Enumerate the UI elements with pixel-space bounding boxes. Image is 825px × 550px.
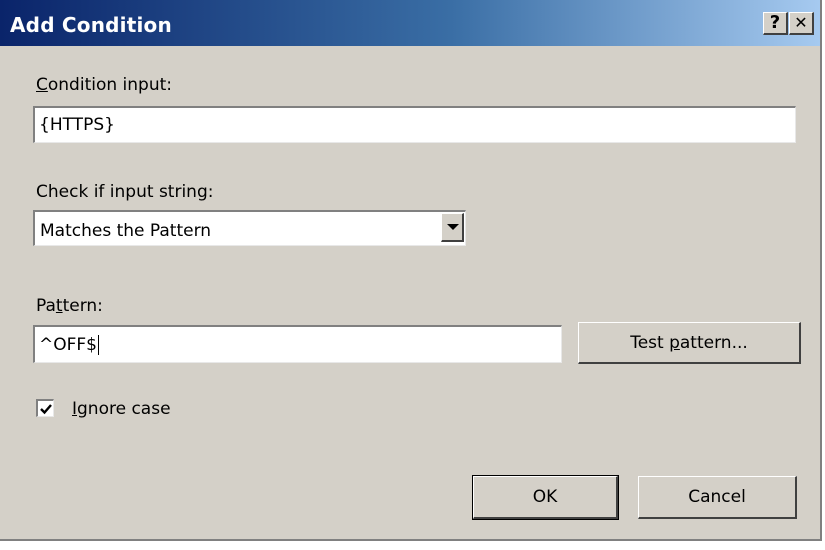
- text-caret: [98, 334, 99, 355]
- pattern-value: ^OFF$: [39, 334, 97, 355]
- check-input-selected-value: Matches the Pattern: [40, 221, 212, 241]
- chevron-down-icon[interactable]: [441, 213, 464, 242]
- check-input-label: Check if input string:: [36, 182, 214, 202]
- cancel-button[interactable]: Cancel: [638, 476, 797, 519]
- check-input-select[interactable]: Matches the Pattern: [33, 210, 466, 246]
- condition-input-label: Condition input:: [36, 75, 172, 95]
- pattern-field[interactable]: ^OFF$: [33, 325, 562, 363]
- dialog-title: Add Condition: [10, 13, 172, 37]
- condition-input-value: {HTTPS}: [39, 115, 115, 135]
- condition-input-field[interactable]: {HTTPS}: [33, 106, 796, 143]
- help-button[interactable]: ?: [763, 12, 788, 35]
- add-condition-dialog: Add Condition ? ✕ Condition input: {HTTP…: [0, 0, 822, 541]
- title-bar[interactable]: Add Condition ? ✕: [0, 0, 820, 46]
- test-pattern-button[interactable]: Test p attern...: [578, 322, 801, 364]
- pattern-label: Pattern:: [36, 296, 103, 316]
- question-mark-icon: ?: [769, 12, 781, 33]
- checkmark-icon: [39, 403, 52, 414]
- close-icon: ✕: [794, 13, 808, 32]
- ignore-case-label[interactable]: Ignore case: [72, 399, 171, 419]
- ignore-case-checkbox[interactable]: [36, 399, 54, 417]
- ok-button[interactable]: OK: [472, 475, 619, 520]
- close-button[interactable]: ✕: [789, 12, 814, 35]
